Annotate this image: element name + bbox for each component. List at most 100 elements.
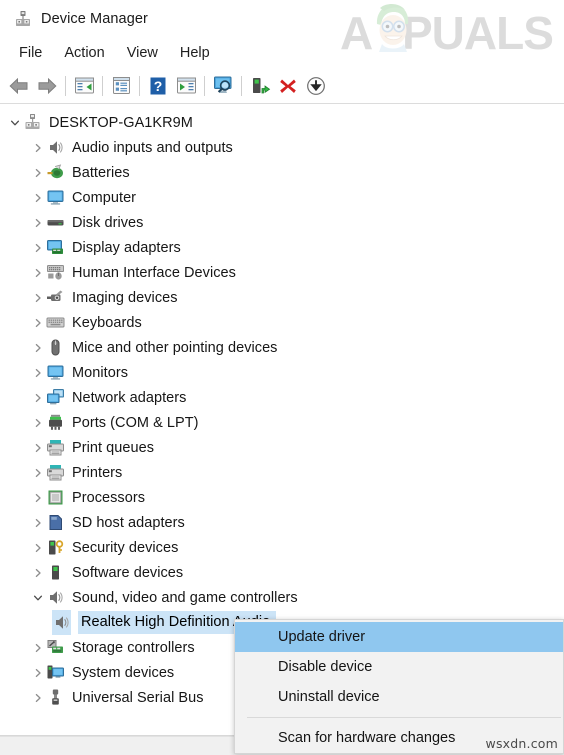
source-watermark: wsxdn.com	[485, 736, 558, 751]
security-key-icon	[46, 538, 65, 557]
tree-node-mice-and-other-pointing-devices[interactable]: Mice and other pointing devices	[0, 335, 564, 360]
display-adapter-icon	[46, 238, 65, 257]
tree-node-security-devices[interactable]: Security devices	[0, 535, 564, 560]
tree-node-display-adapters[interactable]: Display adapters	[0, 235, 564, 260]
context-menu[interactable]: Update driver Disable device Uninstall d…	[234, 619, 564, 754]
chevron-right-icon[interactable]	[29, 410, 46, 435]
chevron-right-icon[interactable]	[29, 460, 46, 485]
show-hide-action-pane-button[interactable]	[172, 72, 200, 100]
port-icon	[46, 413, 65, 432]
menu-file[interactable]: File	[8, 42, 53, 64]
camera-icon	[46, 288, 65, 307]
toolbar-separator	[204, 75, 205, 96]
tree-node-label: Processors	[72, 489, 146, 506]
chevron-right-icon[interactable]	[29, 235, 46, 260]
battery-icon	[46, 163, 65, 182]
chevron-right-icon[interactable]	[29, 260, 46, 285]
help-button[interactable]: ?	[144, 72, 172, 100]
chevron-right-icon[interactable]	[29, 635, 46, 660]
svg-text:?: ?	[154, 78, 163, 94]
forward-button[interactable]	[33, 72, 61, 100]
tree-node-label: DESKTOP-GA1KR9M	[49, 114, 193, 131]
chevron-right-icon[interactable]	[29, 510, 46, 535]
tree-node-label: Display adapters	[72, 239, 181, 256]
chevron-right-icon[interactable]	[29, 335, 46, 360]
tree-node-keyboards[interactable]: Keyboards	[0, 310, 564, 335]
menu-action[interactable]: Action	[53, 42, 115, 64]
chevron-right-icon[interactable]	[29, 535, 46, 560]
tree-node-label: System devices	[72, 664, 175, 681]
hid-icon	[46, 263, 65, 282]
toolbar: ?	[0, 68, 564, 104]
tree-node-label: Software devices	[72, 564, 184, 581]
chevron-right-icon[interactable]	[29, 385, 46, 410]
mouse-icon	[46, 338, 65, 357]
tree-node-computer[interactable]: Computer	[0, 185, 564, 210]
tree-node-human-interface-devices[interactable]: Human Interface Devices	[0, 260, 564, 285]
keyboard-icon	[46, 313, 65, 332]
chevron-down-icon[interactable]	[6, 110, 23, 135]
tree-node-label: Imaging devices	[72, 289, 178, 306]
computer-root-icon	[23, 113, 42, 132]
storage-controller-icon	[46, 638, 65, 657]
chevron-right-icon[interactable]	[29, 285, 46, 310]
ctx-disable-device[interactable]: Disable device	[235, 652, 563, 682]
update-driver-button[interactable]	[246, 72, 274, 100]
usb-icon	[46, 688, 65, 707]
chevron-right-icon[interactable]	[29, 435, 46, 460]
chevron-right-icon[interactable]	[29, 485, 46, 510]
monitor-icon	[46, 363, 65, 382]
tree-node-label: Network adapters	[72, 389, 187, 406]
context-menu-separator	[247, 717, 561, 718]
tree-node-label: Security devices	[72, 539, 179, 556]
tree-node-label: Human Interface Devices	[72, 264, 236, 281]
chevron-right-icon[interactable]	[29, 185, 46, 210]
menu-view[interactable]: View	[116, 42, 169, 64]
tree-node-network-adapters[interactable]: Network adapters	[0, 385, 564, 410]
chevron-right-icon[interactable]	[29, 210, 46, 235]
network-adapter-icon	[46, 388, 65, 407]
toolbar-separator	[102, 75, 103, 96]
ctx-uninstall-device[interactable]: Uninstall device	[235, 682, 563, 712]
scan-hardware-changes-button[interactable]	[209, 72, 237, 100]
tree-node-processors[interactable]: Processors	[0, 485, 564, 510]
tree-node-ports-com-lpt[interactable]: Ports (COM & LPT)	[0, 410, 564, 435]
chevron-right-icon[interactable]	[29, 310, 46, 335]
tree-node-sd-host-adapters[interactable]: SD host adapters	[0, 510, 564, 535]
tree-node-sound-video-and-game-controllers[interactable]: Sound, video and game controllers	[0, 585, 564, 610]
title-bar: Device Manager	[0, 0, 564, 38]
chevron-right-icon[interactable]	[29, 360, 46, 385]
tree-node-batteries[interactable]: Batteries	[0, 160, 564, 185]
tree-node-label: Disk drives	[72, 214, 144, 231]
tree-node-disk-drives[interactable]: Disk drives	[0, 210, 564, 235]
tree-node-label: Storage controllers	[72, 639, 195, 656]
tree-node-label: Audio inputs and outputs	[72, 139, 233, 156]
back-button[interactable]	[5, 72, 33, 100]
chevron-right-icon[interactable]	[29, 135, 46, 160]
disable-device-button[interactable]	[302, 72, 330, 100]
chevron-right-icon[interactable]	[29, 660, 46, 685]
menu-help[interactable]: Help	[169, 42, 221, 64]
tree-node-print-queues[interactable]: Print queues	[0, 435, 564, 460]
chevron-right-icon[interactable]	[29, 685, 46, 710]
properties-button[interactable]	[107, 72, 135, 100]
processor-icon	[46, 488, 65, 507]
disk-drive-icon	[46, 213, 65, 232]
tree-node-label: Batteries	[72, 164, 130, 181]
toolbar-separator	[139, 75, 140, 96]
chevron-right-icon[interactable]	[29, 560, 46, 585]
tree-node-monitors[interactable]: Monitors	[0, 360, 564, 385]
printer-icon	[46, 438, 65, 457]
menu-bar: File Action View Help	[0, 38, 564, 68]
uninstall-device-button[interactable]	[274, 72, 302, 100]
tree-node-imaging-devices[interactable]: Imaging devices	[0, 285, 564, 310]
tree-node-label: Ports (COM & LPT)	[72, 414, 199, 431]
tree-node-printers[interactable]: Printers	[0, 460, 564, 485]
ctx-update-driver[interactable]: Update driver	[235, 622, 563, 652]
tree-node-desktop[interactable]: DESKTOP-GA1KR9M	[0, 110, 564, 135]
tree-node-software-devices[interactable]: Software devices	[0, 560, 564, 585]
show-hide-console-tree-button[interactable]	[70, 72, 98, 100]
chevron-down-icon[interactable]	[29, 585, 46, 610]
tree-node-audio-inputs-and-outputs[interactable]: Audio inputs and outputs	[0, 135, 564, 160]
chevron-right-icon[interactable]	[29, 160, 46, 185]
